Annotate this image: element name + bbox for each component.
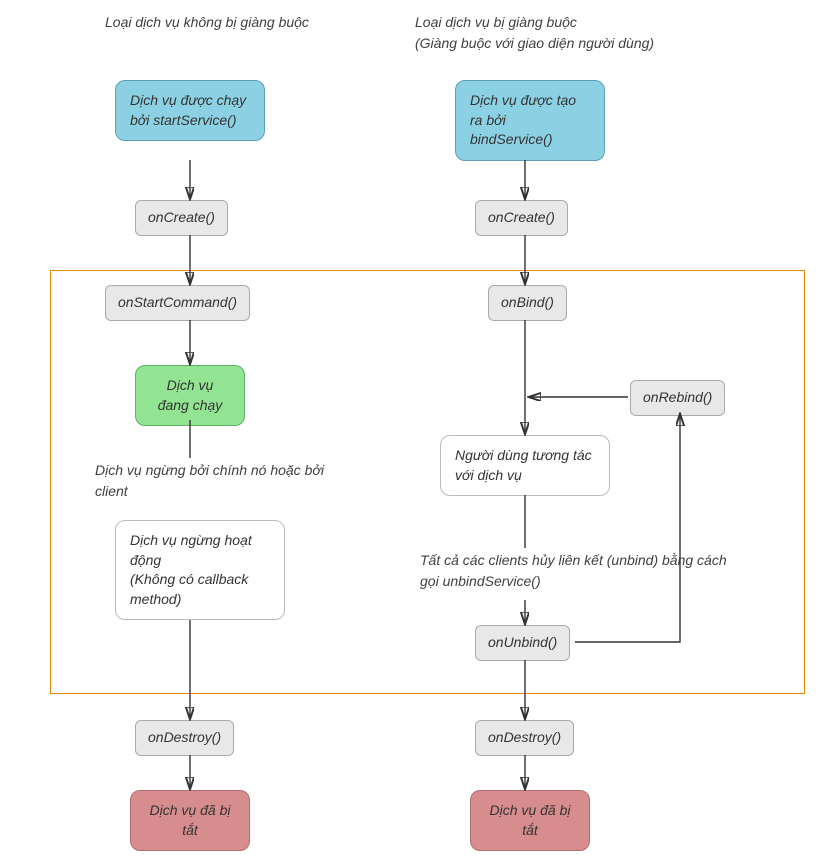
header-left: Loại dịch vụ không bị giàng buộc bbox=[105, 12, 315, 33]
label-unbind-note: Tất cả các clients hủy liên kết (unbind)… bbox=[420, 550, 740, 592]
node-onunbind: onUnbind() bbox=[475, 625, 570, 661]
node-start-left: Dịch vụ được chạy bởi startService() bbox=[115, 80, 265, 141]
node-onrebind: onRebind() bbox=[630, 380, 725, 416]
node-onbind: onBind() bbox=[488, 285, 567, 321]
node-stop-box: Dịch vụ ngừng hoạt động (Không có callba… bbox=[115, 520, 285, 620]
node-interact: Người dùng tương tác với dịch vụ bbox=[440, 435, 610, 496]
node-ondestroy-left: onDestroy() bbox=[135, 720, 234, 756]
node-running: Dịch vụ đang chạy bbox=[135, 365, 245, 426]
label-stop-note: Dịch vụ ngừng bởi chính nó hoặc bởi clie… bbox=[95, 460, 325, 502]
node-oncreate-right: onCreate() bbox=[475, 200, 568, 236]
node-start-right: Dịch vụ được tạo ra bởi bindService() bbox=[455, 80, 605, 161]
node-onstartcommand: onStartCommand() bbox=[105, 285, 250, 321]
node-oncreate-left: onCreate() bbox=[135, 200, 228, 236]
node-shutdown-left: Dịch vụ đã bị tắt bbox=[130, 790, 250, 851]
node-shutdown-right: Dịch vụ đã bị tắt bbox=[470, 790, 590, 851]
header-right: Loại dịch vụ bị giàng buộc (Giàng buộc v… bbox=[415, 12, 755, 54]
node-ondestroy-right: onDestroy() bbox=[475, 720, 574, 756]
